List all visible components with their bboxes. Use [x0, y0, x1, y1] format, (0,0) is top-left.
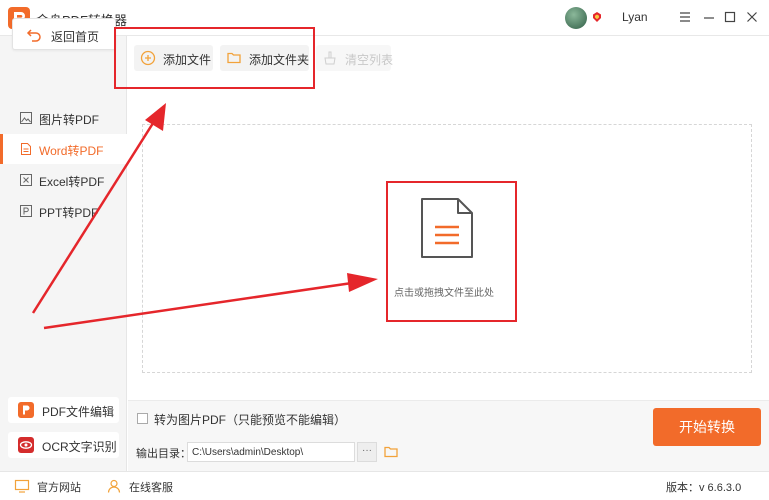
- annotation-arrow-toolbar: [31, 119, 157, 314]
- annotation-arrows: [31, 103, 378, 330]
- annotation-arrowhead-drop: [347, 273, 378, 292]
- annotation-arrowhead-toolbar: [145, 103, 166, 131]
- annotation-arrow-drop: [43, 281, 353, 330]
